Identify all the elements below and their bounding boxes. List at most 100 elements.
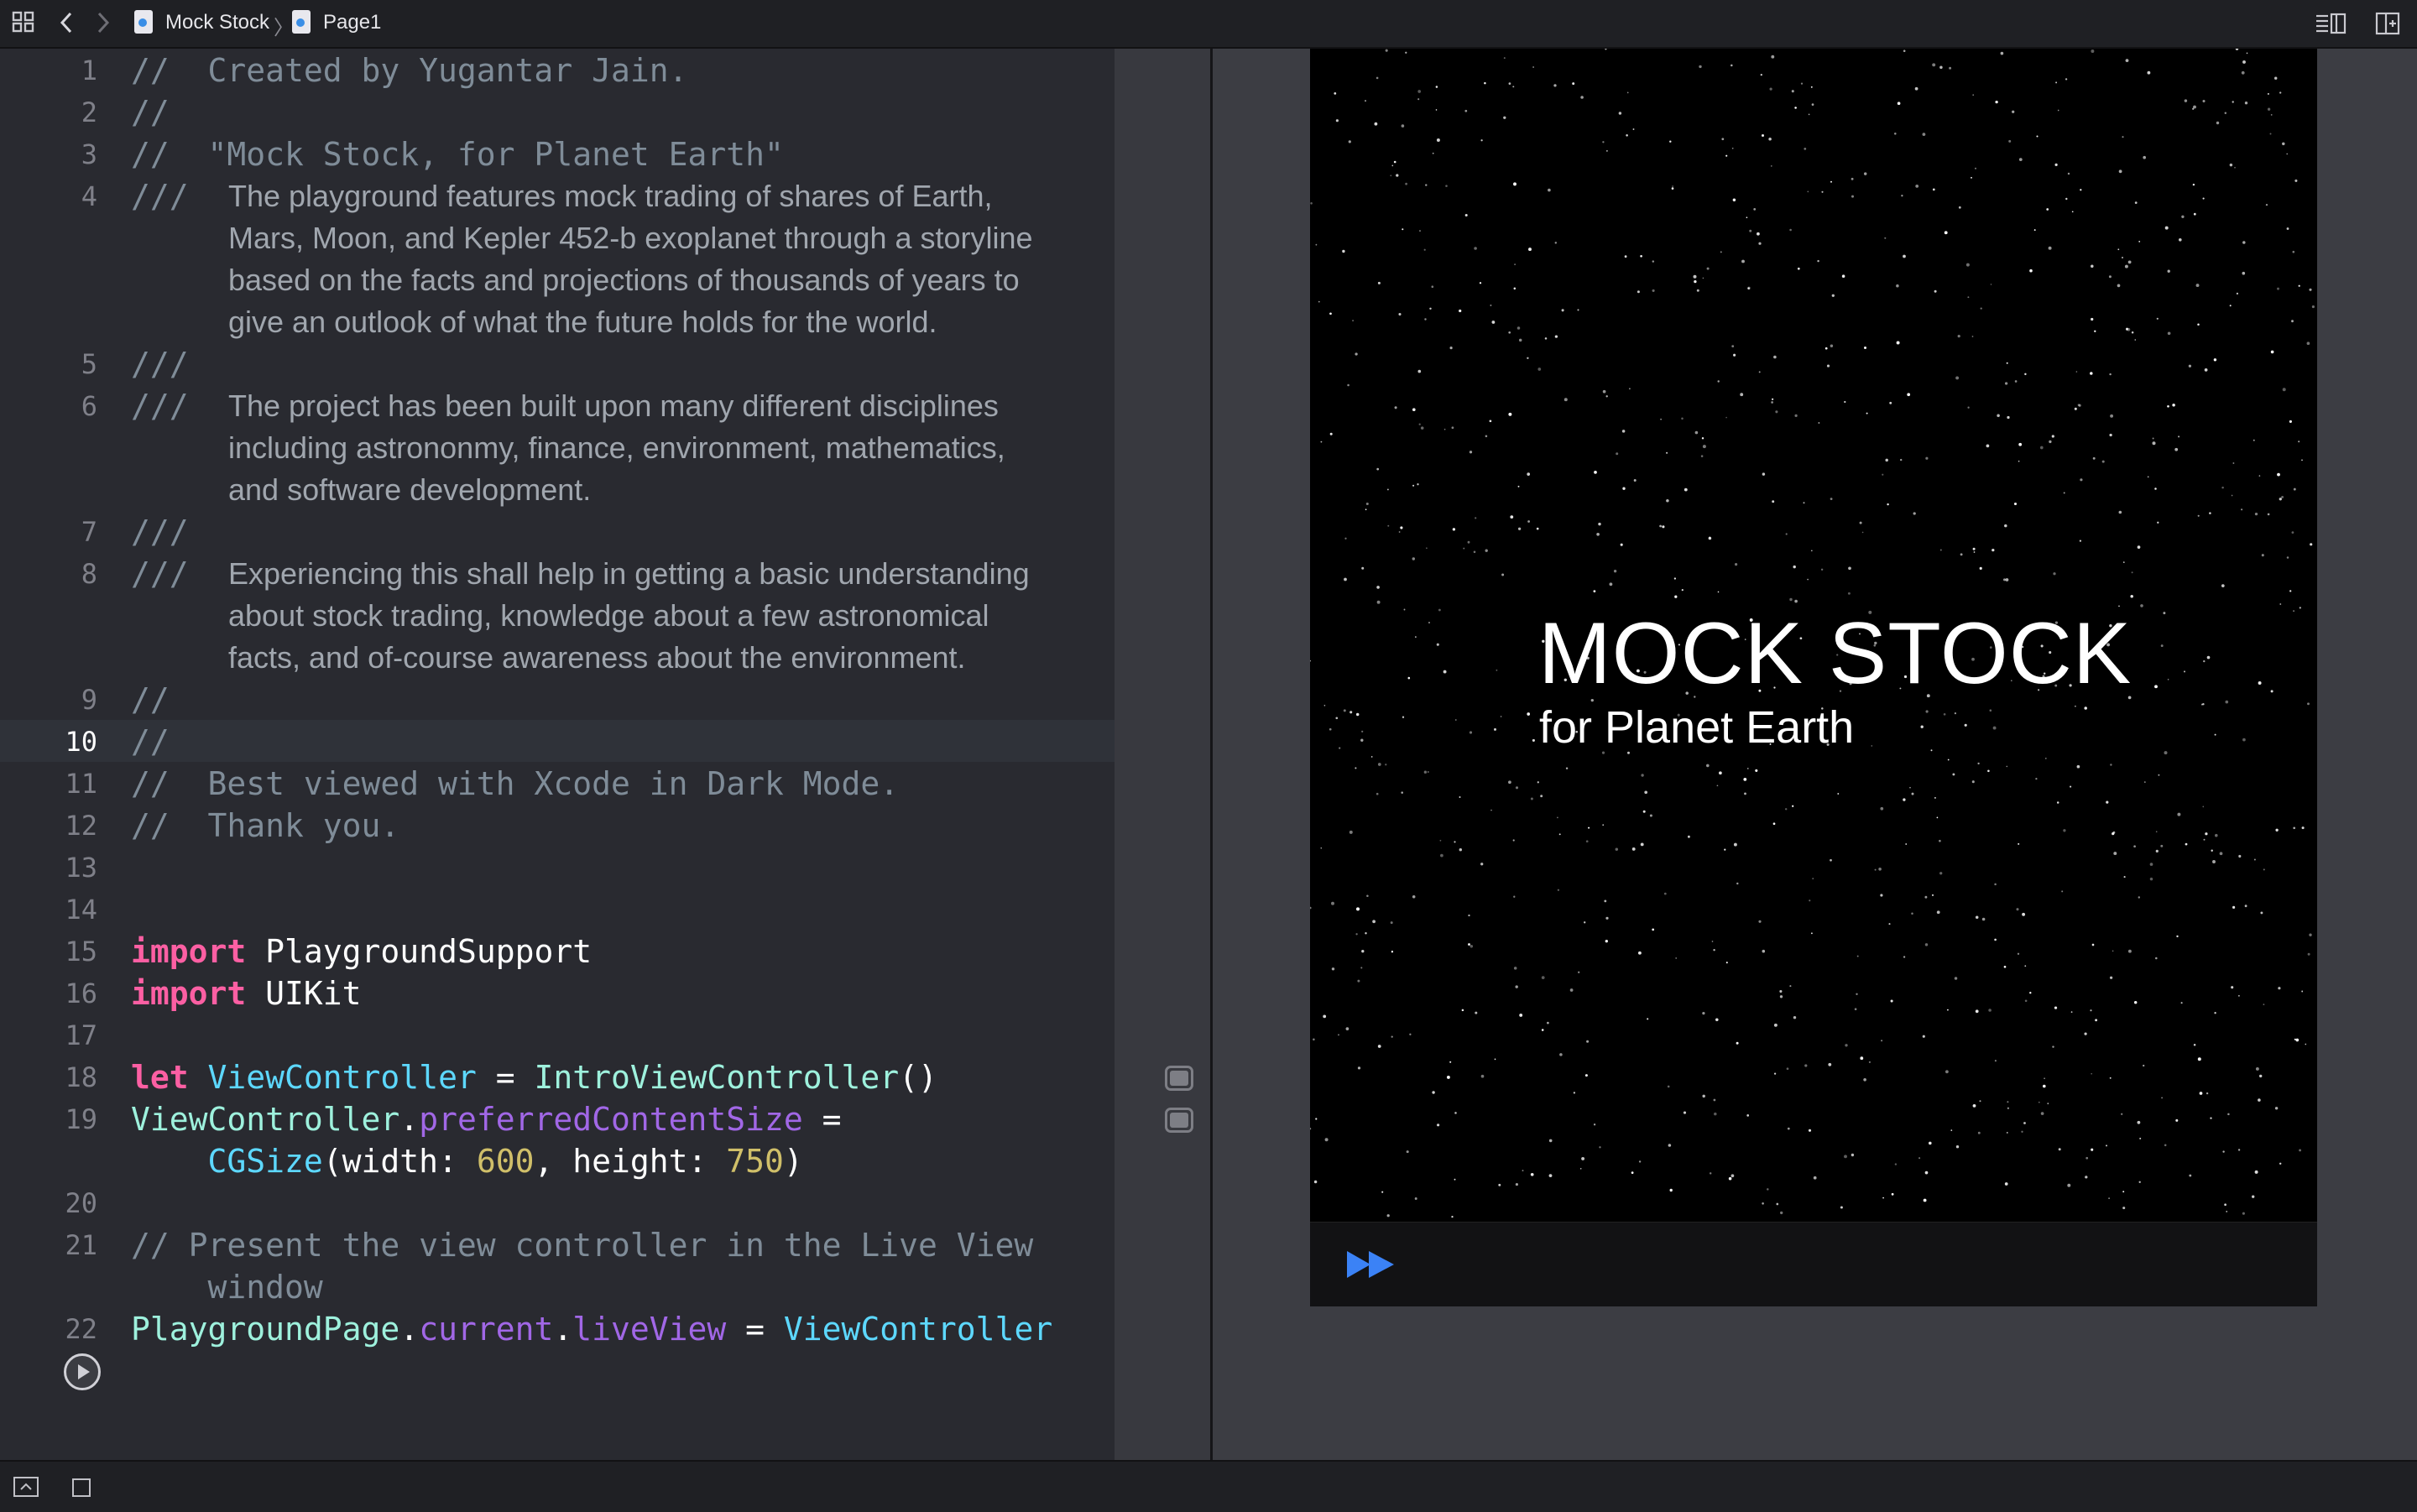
star: [2138, 896, 2141, 899]
code-line[interactable]: ///: [131, 343, 189, 385]
star: [2006, 765, 2008, 768]
star: [1329, 312, 1332, 315]
star: [1856, 993, 1858, 996]
star: [1743, 778, 1747, 781]
star: [1733, 353, 1736, 357]
grid-icon[interactable]: [12, 10, 35, 34]
result-toggle-icon[interactable]: [1165, 1108, 1193, 1133]
star: [1618, 112, 1622, 115]
star: [2237, 994, 2240, 997]
star: [1817, 259, 1819, 263]
code-line[interactable]: // Best viewed with Xcode in Dark Mode.: [131, 763, 899, 805]
star: [1479, 282, 1482, 284]
star: [1882, 473, 1884, 476]
code-line[interactable]: ViewController.preferredContentSize =: [131, 1098, 842, 1140]
star: [1439, 839, 1442, 842]
star: [2047, 1103, 2049, 1105]
doc-comment-text: The playground features mock trading of …: [228, 179, 993, 213]
code-line-continuation[interactable]: CGSize(width: 600, height: 750): [131, 1140, 803, 1182]
star: [1681, 417, 1684, 420]
play-icon[interactable]: [64, 1353, 101, 1390]
star: [1451, 1215, 1454, 1218]
line-number: 3: [81, 138, 97, 170]
code-line[interactable]: // Present the view controller in the Li…: [131, 1224, 1033, 1266]
star: [1310, 660, 1311, 662]
star: [1760, 73, 1762, 76]
star: [1498, 1183, 1501, 1186]
code-line[interactable]: import PlaygroundSupport: [131, 931, 592, 972]
star: [1436, 643, 1439, 646]
star: [1454, 1112, 1457, 1114]
star: [1446, 1075, 1450, 1079]
chevron-left-icon[interactable]: [57, 10, 77, 35]
star: [1469, 731, 1473, 734]
code-line[interactable]: ///: [131, 511, 189, 553]
star: [1393, 160, 1396, 164]
star: [1432, 1091, 1435, 1094]
code-line[interactable]: //: [131, 91, 170, 133]
star: [2193, 212, 2196, 216]
code-line[interactable]: //: [131, 679, 170, 721]
code-line[interactable]: PlaygroundPage.current.liveView = ViewCo…: [131, 1308, 1052, 1350]
star: [1372, 920, 1376, 924]
star: [1577, 309, 1579, 311]
breadcrumb-page[interactable]: Page1: [323, 11, 381, 34]
code-line[interactable]: //: [131, 721, 170, 763]
split-view-icon[interactable]: [2375, 12, 2400, 35]
star: [1537, 781, 1539, 784]
square-icon[interactable]: [72, 1478, 91, 1497]
result-toggle-icon[interactable]: [1165, 1066, 1193, 1091]
star: [2118, 510, 2122, 514]
code-token: import: [131, 933, 247, 970]
star: [2127, 949, 2132, 953]
star: [1809, 899, 1811, 902]
code-line[interactable]: ///: [131, 175, 189, 217]
doc-comment-text: based on the facts and projections of th…: [228, 263, 1020, 297]
star: [2293, 610, 2295, 613]
star: [1669, 1188, 1673, 1192]
console-icon[interactable]: [13, 1477, 39, 1497]
star: [2226, 1211, 2228, 1212]
star: [1405, 51, 1407, 54]
star: [2174, 447, 2179, 451]
code-line[interactable]: let ViewController = IntroViewController…: [131, 1056, 937, 1098]
star: [1946, 1009, 1949, 1011]
star: [2138, 240, 2141, 242]
star: [2079, 540, 2081, 542]
code-line[interactable]: // Created by Yugantar Jain.: [131, 50, 687, 91]
star: [1629, 388, 1631, 390]
star: [1370, 756, 1373, 758]
star: [1329, 727, 1332, 731]
star: [2108, 275, 2112, 279]
star: [1808, 1129, 1812, 1132]
chevron-right-icon[interactable]: [92, 10, 112, 35]
star: [1840, 1206, 1843, 1209]
code-line-continuation[interactable]: window: [131, 1266, 323, 1308]
star: [1746, 216, 1748, 219]
inspector-icon[interactable]: [2315, 12, 2347, 35]
star: [2038, 1101, 2040, 1103]
live-view[interactable]: MOCK STOCK for Planet Earth: [1310, 49, 2317, 1222]
code-line[interactable]: ///: [131, 553, 189, 595]
star: [2232, 101, 2234, 103]
star: [1649, 814, 1652, 817]
star: [2013, 502, 2018, 506]
code-line[interactable]: // "Mock Stock, for Planet Earth": [131, 133, 784, 175]
star: [1558, 833, 1561, 836]
star: [1709, 1172, 1712, 1175]
star: [1554, 335, 1558, 338]
star: [2298, 441, 2300, 443]
star: [2231, 494, 2233, 497]
code-line[interactable]: import UIKit: [131, 972, 362, 1014]
star: [1789, 985, 1792, 988]
star: [1694, 430, 1699, 435]
star: [1955, 1145, 1960, 1149]
star: [1420, 426, 1424, 430]
breadcrumb-project[interactable]: Mock Stock: [165, 11, 269, 34]
star: [1602, 389, 1606, 394]
code-line[interactable]: ///: [131, 385, 189, 427]
star: [1391, 1035, 1393, 1038]
fast-forward-icon[interactable]: [1345, 1248, 1397, 1281]
star: [1975, 915, 1979, 919]
code-line[interactable]: // Thank you.: [131, 805, 399, 847]
